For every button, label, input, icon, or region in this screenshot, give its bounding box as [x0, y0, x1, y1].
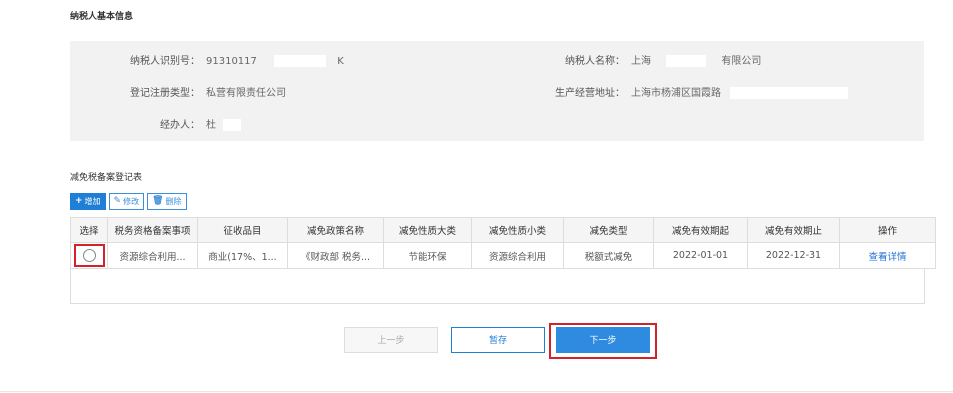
table-empty-area [70, 268, 925, 304]
agent-label: 经办人： [160, 120, 200, 131]
cell-subcategory: 资源综合利用 [471, 242, 564, 269]
taxpayer-id-row: 纳税人识别号： 91310117 K [70, 52, 344, 67]
next-step-button[interactable]: 下一步 [556, 327, 650, 353]
table-title: 减免税备案登记表 [70, 173, 143, 183]
filing-table: 选择 税务资格备案事项 征收品目 减免政策名称 减免性质大类 减免性质小类 减免… [70, 217, 936, 269]
edit-button[interactable]: ✎ 修改 [108, 193, 145, 210]
divider [0, 391, 953, 392]
redaction-mask [223, 119, 242, 131]
trash-icon: 🗑 [152, 196, 164, 206]
add-button-label: 增加 [84, 197, 101, 206]
taxpayer-id-label: 纳税人识别号： [130, 56, 200, 67]
col-header-action: 操作 [839, 217, 936, 243]
agent-value: 杜 [206, 120, 216, 131]
redaction-mask [730, 87, 849, 99]
step-button-bar: 上一步 暂存 下一步 [0, 323, 953, 359]
plus-icon: + [75, 196, 83, 206]
taxpayer-name-suffix: 有限公司 [721, 56, 762, 67]
redaction-mask [666, 55, 707, 67]
address-label: 生产经营地址： [555, 88, 625, 99]
select-highlight-frame [73, 244, 105, 267]
col-header-subcategory: 减免性质小类 [471, 217, 564, 243]
col-header-policy: 减免政策名称 [287, 217, 384, 243]
taxpayer-id-suffix: K [337, 56, 344, 67]
table-row[interactable]: 资源综合利用... 商业(17%、1... 《财政部 税务... 节能环保 资源… [70, 242, 936, 269]
table-header-row: 选择 税务资格备案事项 征收品目 减免政策名称 减免性质大类 减免性质小类 减免… [70, 217, 936, 243]
cell-matter: 资源综合利用... [107, 242, 198, 269]
table-toolbar: + 增加 ✎ 修改 🗑 删除 [70, 193, 187, 210]
cell-start: 2022-01-01 [653, 242, 748, 269]
address-row: 生产经营地址： 上海市杨浦区国霞路 [540, 84, 849, 99]
cell-policy: 《财政部 税务... [287, 242, 384, 269]
col-header-type: 减免类型 [563, 217, 654, 243]
col-header-end: 减免有效期止 [747, 217, 840, 243]
pencil-icon: ✎ [113, 196, 122, 206]
col-header-select: 选择 [70, 217, 108, 243]
cell-end: 2022-12-31 [747, 242, 840, 269]
section-title: 纳税人基本信息 [70, 12, 134, 22]
col-header-item: 征收品目 [197, 217, 288, 243]
address-value: 上海市杨浦区国霞路 [631, 88, 721, 99]
prev-step-button[interactable]: 上一步 [344, 327, 438, 353]
col-header-category: 减免性质大类 [383, 217, 472, 243]
cell-category: 节能环保 [383, 242, 472, 269]
cell-action: 查看详情 [839, 242, 936, 269]
reg-type-value: 私营有限责任公司 [206, 88, 286, 99]
edit-button-label: 修改 [123, 197, 140, 206]
reg-type-label: 登记注册类型： [130, 88, 200, 99]
row-select-radio[interactable] [82, 249, 96, 262]
add-button[interactable]: + 增加 [70, 193, 106, 210]
agent-row: 经办人： 杜 [70, 116, 242, 131]
redaction-mask [274, 55, 327, 67]
save-draft-button[interactable]: 暂存 [451, 327, 545, 353]
cell-type: 税额式减免 [563, 242, 654, 269]
col-header-matter: 税务资格备案事项 [107, 217, 198, 243]
view-details-link[interactable]: 查看详情 [868, 252, 906, 263]
delete-button[interactable]: 🗑 删除 [147, 193, 187, 210]
taxpayer-name-prefix: 上海 [631, 56, 651, 67]
reg-type-row: 登记注册类型： 私营有限责任公司 [70, 84, 286, 99]
select-cell [70, 242, 108, 269]
cell-item: 商业(17%、1... [197, 242, 288, 269]
delete-button-label: 删除 [165, 197, 182, 206]
taxpayer-name-row: 纳税人名称： 上海 有限公司 [540, 52, 761, 67]
basic-info-panel: 纳税人识别号： 91310117 K 纳税人名称： 上海 有限公司 登记注册类型： 私… [70, 41, 924, 141]
col-header-start: 减免有效期起 [653, 217, 748, 243]
taxpayer-name-label: 纳税人名称： [565, 56, 625, 67]
taxpayer-id-prefix: 91310117 [206, 56, 257, 67]
